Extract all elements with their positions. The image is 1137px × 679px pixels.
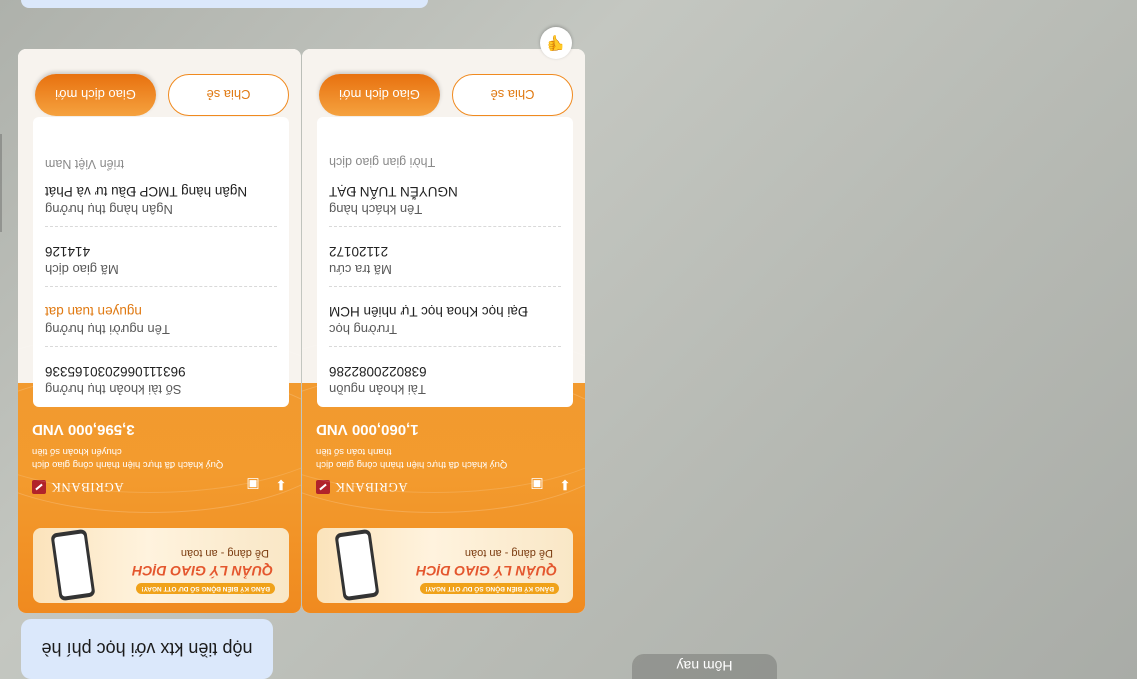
screenshot-icon[interactable]: ▣: [529, 477, 545, 493]
success-message: Quý khách đã thực hiện thành công giao d…: [32, 459, 224, 470]
detail-value: 21120172: [329, 244, 389, 259]
day-separator: Hôm nay: [632, 654, 777, 679]
new-transaction-button[interactable]: Giao dịch mới: [319, 74, 440, 116]
detail-label: Ngân hàng thụ hưởng: [45, 202, 173, 217]
amount: 3,596,000 VND: [32, 421, 135, 438]
screenshot-icon[interactable]: ▣: [245, 477, 261, 493]
success-message-line2: chuyển khoản số tiền: [32, 446, 122, 457]
scrollbar[interactable]: [0, 134, 2, 232]
banner-subtitle: Dễ dàng - an toàn: [464, 547, 553, 559]
message-text: nộp tiền ktx với học phí hè: [41, 639, 253, 660]
phone-illustration: [334, 528, 380, 602]
banner-tag: ĐĂNG KÝ BIẾN ĐỘNG SỐ DƯ OTT NGAY!: [420, 583, 559, 594]
detail-value: 6380220082286: [329, 364, 427, 379]
detail-value: 414126: [45, 244, 91, 259]
download-icon[interactable]: ⬇: [557, 477, 573, 493]
divider: [329, 226, 561, 227]
detail-label: Mã tra cứu: [329, 262, 392, 277]
detail-label: Trường học: [329, 322, 398, 337]
detail-value: Ngân hàng TMCP Đầu tư và Phát: [45, 184, 248, 199]
message-bubble[interactable]: nộp tiền ktx với học phí hè: [21, 619, 273, 679]
share-button[interactable]: Chia sẻ: [452, 74, 573, 116]
promo-banner[interactable]: ĐĂNG KÝ BIẾN ĐỘNG SỐ DƯ OTT NGAY! QUẢN L…: [317, 528, 573, 603]
divider: [329, 286, 561, 287]
share-button[interactable]: Chia sẻ: [168, 74, 289, 116]
bank-logo: AGRIBANK: [32, 479, 124, 495]
bank-name: AGRIBANK: [51, 480, 124, 495]
receipt-image-2[interactable]: ĐĂNG KÝ BIẾN ĐỘNG SỐ DƯ OTT NGAY! QUẢN L…: [18, 49, 301, 613]
banner-title: QUẢN LÝ GIAO DỊCH: [416, 563, 557, 579]
chat-area: Hôm nay nộp tiền ktx với học phí hè ĐĂNG…: [0, 0, 1137, 679]
receipt-details: Số tài khoản thụ hưởng 96311106620301653…: [33, 117, 289, 407]
success-message: Quý khách đã thực hiện thành công giao d…: [316, 459, 508, 470]
detail-label: Tên người thụ hưởng: [45, 322, 170, 337]
banner-subtitle: Dễ dàng - an toàn: [180, 547, 269, 559]
divider: [329, 346, 561, 347]
detail-label: Tên khách hàng: [329, 202, 423, 217]
receipt-image-1[interactable]: ĐĂNG KÝ BIẾN ĐỘNG SỐ DƯ OTT NGAY! QUẢN L…: [302, 49, 585, 613]
banner-tag: ĐĂNG KÝ BIẾN ĐỘNG SỐ DƯ OTT NGAY!: [136, 583, 275, 594]
receipt-details: Tài khoản nguồn 6380220082286 Trường học…: [317, 117, 573, 407]
receipt-header: ĐĂNG KÝ BIẾN ĐỘNG SỐ DƯ OTT NGAY! QUẢN L…: [302, 383, 585, 613]
detail-value: Đại học Khoa học Tự nhiên HCM: [329, 304, 528, 319]
detail-value-continued: triển Việt Nam: [45, 157, 124, 171]
detail-label: Tài khoản nguồn: [329, 382, 426, 397]
detail-label: Mã giao dịch: [45, 262, 119, 277]
divider: [45, 286, 277, 287]
success-message-line2: thanh toán số tiền: [316, 446, 392, 457]
detail-label: Thời gian giao dịch: [329, 155, 436, 169]
agribank-logo-icon: [32, 480, 46, 494]
phone-illustration: [50, 528, 96, 602]
previous-message-bubble[interactable]: [21, 0, 428, 8]
banner-title: QUẢN LÝ GIAO DỊCH: [132, 563, 273, 579]
new-transaction-button[interactable]: Giao dịch mới: [35, 74, 156, 116]
receipt-header: ĐĂNG KÝ BIẾN ĐỘNG SỐ DƯ OTT NGAY! QUẢN L…: [18, 383, 301, 613]
thumbs-down-icon[interactable]: 👎: [540, 27, 572, 59]
detail-value: nguyen tuan dat: [45, 304, 142, 319]
amount: 1,060,000 VND: [316, 421, 419, 438]
agribank-logo-icon: [316, 480, 330, 494]
divider: [45, 226, 277, 227]
promo-banner[interactable]: ĐĂNG KÝ BIẾN ĐỘNG SỐ DƯ OTT NGAY! QUẢN L…: [33, 528, 289, 603]
download-icon[interactable]: ⬇: [273, 477, 289, 493]
bank-name: AGRIBANK: [335, 480, 408, 495]
detail-value: NGUYỄN TUẤN ĐẠT: [329, 184, 458, 199]
divider: [45, 346, 277, 347]
detail-label: Số tài khoản thụ hưởng: [45, 382, 182, 397]
detail-value: 9631110662030165336: [45, 364, 186, 379]
bank-logo: AGRIBANK: [316, 479, 408, 495]
